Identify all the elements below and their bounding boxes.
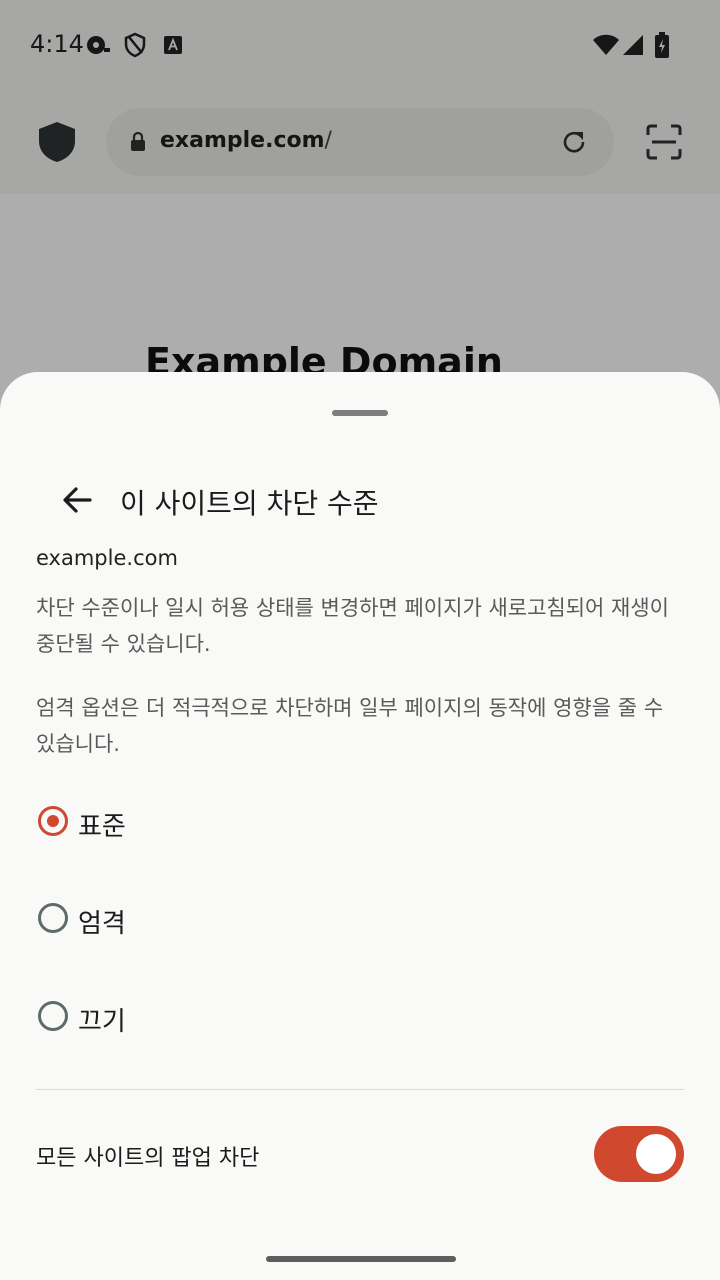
radio-button[interactable] [38,903,68,933]
radio-button-selected[interactable] [38,806,68,836]
radio-option-strict[interactable]: 엄격 [36,891,686,951]
site-name: example.com [36,546,178,570]
radio-option-standard[interactable]: 표준 [36,794,686,854]
description-reload-warning: 차단 수준이나 일시 허용 상태를 변경하면 페이지가 새로고침되어 재생이 중… [36,596,669,656]
description-strict-warning: 엄격 옵션은 더 적극적으로 차단하며 일부 페이지의 동작에 영향을 줄 수 … [36,696,664,756]
sheet-title: 이 사이트의 차단 수준 [120,487,379,520]
drag-handle[interactable] [332,410,388,416]
arrow-back-icon[interactable] [58,480,98,520]
toggle-knob [636,1134,676,1174]
radio-label: 표준 [78,812,126,842]
radio-label: 끄기 [78,1007,126,1037]
screen: 4:14 example.com/ Example Domain 이 사이트의 … [0,0,720,1280]
radio-option-off[interactable]: 끄기 [36,989,686,1049]
radio-dot [47,815,59,827]
gesture-nav-handle[interactable] [266,1256,456,1262]
radio-label: 엄격 [78,909,126,939]
divider [36,1089,684,1090]
radio-button[interactable] [38,1001,68,1031]
popup-block-label: 모든 사이트의 팝업 차단 [36,1146,260,1171]
popup-block-toggle[interactable] [594,1126,684,1182]
tracking-protection-sheet: 이 사이트의 차단 수준 example.com 차단 수준이나 일시 허용 상… [0,372,720,1280]
